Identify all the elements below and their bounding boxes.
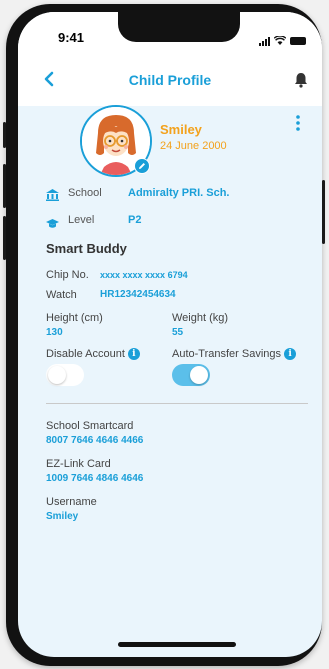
disable-account-row: Disable Account i [46, 348, 140, 361]
divider [46, 403, 308, 404]
disable-account-label: Disable Account [46, 348, 125, 360]
height-label: Height (cm) [46, 312, 103, 324]
smartcard-label: School Smartcard [46, 420, 134, 432]
edit-avatar-button[interactable] [134, 158, 150, 174]
weight-label: Weight (kg) [172, 312, 229, 324]
mute-switch [3, 122, 6, 148]
graduation-cap-icon [46, 216, 59, 228]
auto-transfer-row: Auto-Transfer Savings i [172, 348, 297, 361]
chip-value: xxxx xxxx xxxx 6794 [100, 270, 188, 280]
school-value: Admiralty PRI. Sch. [128, 187, 230, 199]
smart-buddy-title: Smart Buddy [46, 241, 127, 256]
watch-value: HR12342454634 [100, 289, 176, 300]
notifications-button[interactable] [294, 72, 308, 88]
profile-menu-button[interactable] [294, 114, 302, 132]
school-icon [46, 188, 59, 201]
ezlink-value: 1009 7646 4846 4646 [46, 473, 144, 484]
app-header: Child Profile [18, 56, 322, 106]
home-indicator [118, 642, 236, 647]
username-label: Username [46, 496, 97, 508]
pencil-icon [138, 157, 146, 175]
status-time: 9:41 [58, 30, 85, 45]
auto-transfer-toggle[interactable] [172, 364, 210, 386]
battery-icon [290, 37, 306, 45]
kebab-menu-icon [294, 115, 302, 136]
disable-account-toggle[interactable] [46, 364, 84, 386]
smartcard-value: 8007 7646 4646 4466 [46, 435, 144, 446]
wifi-icon [273, 32, 287, 50]
power-button [322, 180, 325, 244]
app-screen: 9:41 Child Profile Smiley 24 June 2000 S… [18, 12, 322, 657]
bell-icon [294, 73, 308, 92]
volume-down-button [3, 216, 6, 260]
username-value: Smiley [46, 511, 79, 522]
level-label: Level [68, 214, 95, 226]
child-name: Smiley [160, 122, 202, 137]
height-value: 130 [46, 327, 63, 338]
page-title: Child Profile [128, 72, 212, 88]
toggle-knob [190, 366, 208, 384]
signal-icon [259, 36, 270, 46]
school-label: School [68, 187, 102, 199]
toggle-knob [48, 366, 66, 384]
info-icon[interactable]: i [284, 348, 297, 361]
level-value: P2 [128, 214, 142, 226]
notch [118, 12, 240, 42]
auto-transfer-label: Auto-Transfer Savings [172, 348, 282, 360]
ezlink-label: EZ-Link Card [46, 458, 111, 470]
child-dob: 24 June 2000 [160, 140, 227, 152]
info-icon[interactable]: i [127, 348, 140, 361]
volume-up-button [3, 164, 6, 208]
phone-frame: 9:41 Child Profile Smiley 24 June 2000 S… [3, 4, 325, 666]
weight-value: 55 [172, 327, 184, 338]
chip-label: Chip No. [46, 269, 89, 281]
status-icons [259, 32, 306, 50]
watch-label: Watch [46, 289, 77, 301]
